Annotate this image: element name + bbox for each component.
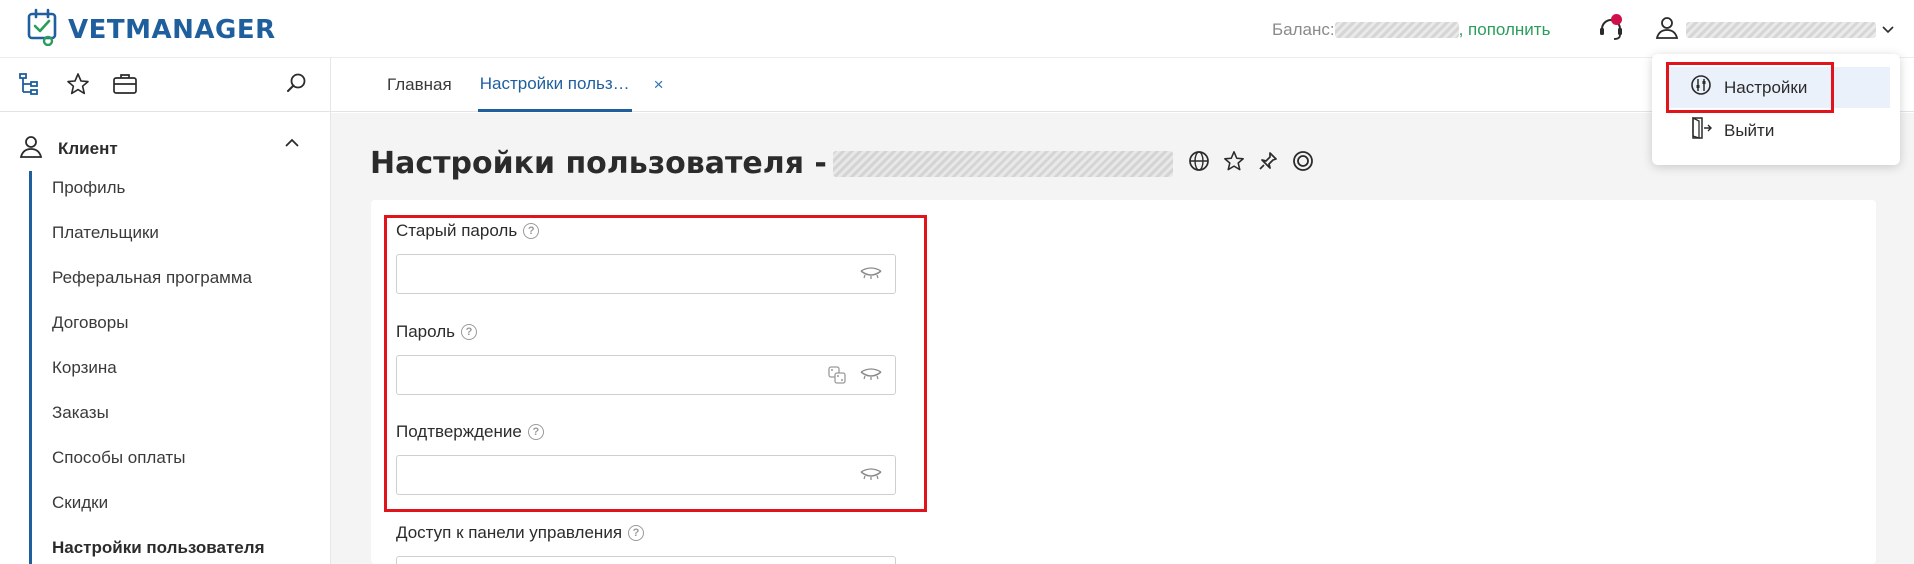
sidebar-section-title: Клиент (58, 138, 118, 158)
user-icon (18, 133, 44, 164)
sidebar-item-referral[interactable]: Реферальная программа (52, 267, 264, 312)
globe-icon[interactable] (1187, 149, 1211, 178)
user-icon (1654, 14, 1680, 45)
tree-line (29, 171, 32, 564)
highlight-box-settings (1666, 62, 1834, 113)
tree-icon[interactable] (18, 72, 44, 101)
page-title-row: Настройки пользователя - (370, 146, 1315, 181)
calendar-paw-icon (26, 8, 60, 51)
close-tab-icon[interactable]: × (654, 75, 664, 95)
balance-label: Баланс: (1272, 20, 1335, 39)
support-headset-icon[interactable] (1596, 12, 1626, 42)
topup-link[interactable]: , пополнить (1459, 20, 1551, 40)
tab-home[interactable]: Главная (385, 58, 454, 112)
sidebar-item-contracts[interactable]: Договоры (52, 312, 264, 357)
logo-text: VETMANAGER (68, 14, 276, 45)
tab-user-settings[interactable]: Настройки польз… (477, 58, 632, 112)
balance: Баланс: , пополнить (1272, 20, 1550, 40)
highlight-box-password-fields (384, 215, 927, 512)
sidebar-item-payment-methods[interactable]: Способы оплаты (52, 447, 264, 492)
tabs: Главная Настройки польз… × (385, 58, 664, 112)
top-header: VETMANAGER Баланс: , пополнить (0, 0, 1914, 58)
menu-item-label: Выйти (1724, 120, 1775, 140)
sidebar-item-cart[interactable]: Корзина (52, 357, 264, 402)
app-logo[interactable]: VETMANAGER (26, 8, 276, 51)
sidebar-item-discounts[interactable]: Скидки (52, 492, 264, 537)
briefcase-icon[interactable] (112, 72, 138, 101)
pin-icon[interactable] (1257, 150, 1279, 177)
search-icon[interactable] (286, 72, 308, 99)
sidebar-section-client[interactable]: Клиент (18, 133, 118, 164)
star-icon[interactable] (66, 72, 90, 101)
help-icon[interactable]: ? (628, 525, 645, 541)
sidebar-item-user-settings[interactable]: Настройки пользователя (52, 537, 264, 564)
panel-access-select[interactable] (396, 556, 896, 564)
panel-access-label: Доступ к панели управления (396, 523, 623, 542)
tab-label: Главная (387, 75, 452, 94)
tab-bar (0, 58, 1914, 112)
sidebar-item-profile[interactable]: Профиль (52, 177, 264, 222)
notification-dot (1611, 14, 1622, 25)
menu-item-logout[interactable]: Выйти (1668, 110, 1890, 151)
user-menu-toggle[interactable] (1654, 14, 1894, 45)
sidebar-item-payers[interactable]: Плательщики (52, 222, 264, 267)
panel-access-field: Доступ к панели управления ? (396, 522, 896, 564)
chevron-up-icon[interactable] (284, 135, 300, 153)
chevron-down-icon (1882, 21, 1894, 39)
sidebar-item-orders[interactable]: Заказы (52, 402, 264, 447)
tab-label: Настройки польз… (479, 73, 630, 93)
sidebar-menu: Профиль Плательщики Реферальная программ… (52, 177, 264, 564)
balance-value-redacted (1334, 22, 1459, 38)
user-name-redacted (1686, 21, 1876, 38)
lifebuoy-icon[interactable] (1291, 149, 1315, 178)
star-icon[interactable] (1223, 150, 1245, 177)
page-title: Настройки пользователя - (370, 146, 827, 181)
page-title-redacted (832, 150, 1173, 177)
sidebar: Клиент Профиль Плательщики Реферальная п… (0, 113, 342, 564)
logout-door-icon (1690, 116, 1712, 145)
